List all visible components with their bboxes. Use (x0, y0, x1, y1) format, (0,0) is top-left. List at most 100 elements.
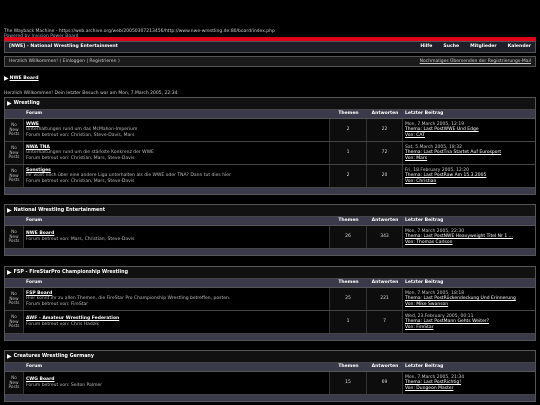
no-new-posts-icon: No New Posts (5, 165, 24, 187)
col-forum: Forum (26, 364, 43, 370)
col-last-post: Letzter Beitrag (405, 218, 444, 224)
forum-moderators[interactable]: Forum betreut von: Mars, Christian, Stev… (26, 237, 134, 243)
arrow-icon: ▶ (7, 99, 12, 107)
last-post-author-link[interactable]: Von: Mars (405, 156, 427, 162)
topic-count: 1 (330, 311, 367, 333)
col-replies: Antworten (371, 280, 399, 286)
forum-info: Sonstiges Ihr wollt noch über eine andere… (24, 165, 330, 187)
last-post-info: Wed, 23.February 2005, 00:11 Thema: Last … (403, 311, 535, 333)
forum-row: No New Posts AWF - Amateur Wrestling Federa… (5, 311, 535, 334)
col-forum: Forum (26, 111, 43, 117)
forum-info: FSP Board Hier könnt ihr zu allen Themen,… (24, 288, 330, 310)
welcome-bar: Herzlich Willkommen! ( Einloggen | Regis… (4, 56, 536, 67)
topic-count: 2 (330, 119, 367, 141)
category-footer (5, 188, 535, 194)
topic-count: 1 (330, 142, 367, 164)
forum-info: NWE Board Forum betreut von: Mars, Christ… (24, 226, 330, 248)
reply-count: 69 (367, 372, 403, 394)
arrow-icon: ▶ (7, 352, 12, 360)
no-new-posts-icon: No New Posts (5, 142, 24, 164)
last-post-info: Fri, 18.February 2005, 12:20 Thema: Last … (403, 165, 535, 187)
column-headers: Forum Themen Antworten Letzter Beitrag (5, 279, 535, 288)
topic-count: 15 (330, 372, 367, 394)
col-replies: Antworten (371, 111, 399, 117)
category-title[interactable]: Creatures Wrestling Germany (14, 354, 94, 360)
arrow-icon: ▶ (7, 268, 12, 276)
category-header: ▶ Wrestling (5, 98, 535, 110)
topic-count: 26 (330, 226, 367, 248)
welcome-text[interactable]: Herzlich Willkommen! ( Einloggen | Regis… (9, 59, 420, 65)
no-new-posts-icon: No New Posts (5, 119, 24, 141)
col-last-post: Letzter Beitrag (405, 364, 444, 370)
nav-help[interactable]: Hilfe (420, 44, 432, 50)
nav-search[interactable]: Suche (443, 44, 459, 50)
board-title[interactable]: [NWE] - National Wrestling Entertainment (9, 44, 409, 50)
last-post-author-link[interactable]: Von: Thomas Carlson (405, 240, 453, 246)
category-header: ▶ Creatures Wrestling Germany (5, 351, 535, 363)
forum-category: ▶ FSP - FireStarPro Championship Wrestlin… (4, 266, 536, 341)
reply-count: 343 (367, 226, 403, 248)
col-replies: Antworten (371, 364, 399, 370)
column-headers: Forum Themen Antworten Letzter Beitrag (5, 217, 535, 226)
reply-count: 221 (367, 288, 403, 310)
last-post-author-link[interactable]: Von: Christian (405, 179, 436, 185)
column-headers: Forum Themen Antworten Letzter Beitrag (5, 363, 535, 372)
no-new-posts-icon: No New Posts (5, 372, 24, 394)
column-headers: Forum Themen Antworten Letzter Beitrag (5, 110, 535, 119)
no-new-posts-icon: No New Posts (5, 311, 24, 333)
last-post-author-link[interactable]: Von: Dungeon Master (405, 386, 453, 392)
last-post-info: Mon, 7.March 2005, 18:18 Thema: Last Post… (403, 288, 535, 310)
col-topics: Themen (338, 364, 359, 370)
forum-category: ▶ National Wrestling Entertainment Forum Th… (4, 204, 536, 256)
icon-label: Posts (8, 323, 20, 329)
reply-count: 20 (367, 165, 403, 187)
no-new-posts-icon: No New Posts (5, 226, 24, 248)
no-new-posts-icon: No New Posts (5, 288, 24, 310)
forum-info: WWE Unterhaltungen rund um das McMahon-Im… (24, 119, 330, 141)
forum-moderators[interactable]: Forum betreut von: Christian, Steve-Davi… (26, 133, 134, 139)
top-nav: [NWE] - National Wrestling Entertainment… (4, 41, 536, 53)
forum-row: No New Posts NWA TNA Unterhaltungen rund um … (5, 142, 535, 165)
category-title[interactable]: National Wrestling Entertainment (14, 208, 105, 214)
topic-count: 25 (330, 288, 367, 310)
col-last-post: Letzter Beitrag (405, 280, 444, 286)
forum-moderators[interactable]: Forum betreut von: Christian, Mars, Stev… (26, 156, 134, 162)
last-post-author-link[interactable]: Von: FireStar (405, 325, 434, 331)
forum-moderators[interactable]: Forum betreut von: Seiton Palmer (26, 383, 102, 389)
forum-category: ▶ Creatures Wrestling Germany Forum Themen A… (4, 350, 536, 402)
category-footer (5, 249, 535, 255)
arrow-icon: ▶ (7, 206, 12, 214)
forum-row: No New Posts WWE Unterhaltungen rund um das … (5, 119, 535, 142)
col-topics: Themen (338, 111, 359, 117)
category-header: ▶ National Wrestling Entertainment (5, 205, 535, 217)
forum-info: AWF - Amateur Wrestling Federation Forum … (24, 311, 330, 333)
category-title[interactable]: FSP - FireStarPro Championship Wrestling (14, 270, 128, 276)
col-forum: Forum (26, 218, 43, 224)
forum-category: ▶ Wrestling Forum Themen Antworten Letzter Be… (4, 97, 536, 195)
last-post-author-link[interactable]: Von: Mike Swanson (405, 302, 448, 308)
icon-label: Posts (8, 131, 20, 137)
forum-moderators[interactable]: Forum betreut von: FireStar (26, 302, 88, 308)
icon-label: Posts (8, 238, 20, 244)
nav-members[interactable]: Mitglieder (470, 44, 497, 50)
category-footer (5, 334, 535, 340)
forum-info: CWG Board Forum betreut von: Seiton Palme… (24, 372, 330, 394)
forum-info: NWA TNA Unterhaltungen rund um die stärks… (24, 142, 330, 164)
resend-validation-link[interactable]: Nochmaliges Übersenden der Registrierung… (420, 59, 531, 65)
col-last-post: Letzter Beitrag (405, 111, 444, 117)
col-forum: Forum (26, 280, 43, 286)
topic-count: 2 (330, 165, 367, 187)
nav-calendar[interactable]: Kalender (508, 44, 531, 50)
last-post-info: Mon, 7.March 2005, 21:34 Thema: Last Post… (403, 372, 535, 394)
col-replies: Antworten (371, 218, 399, 224)
breadcrumb-home[interactable]: NWE Board (10, 76, 39, 82)
forum-moderators[interactable]: Forum betreut von: Christian, Mars, Stev… (26, 179, 134, 185)
forum-moderators[interactable]: Forum betreut von: Chris Hadzik (26, 322, 99, 328)
forum-row: No New Posts CWG Board Forum betreut von: Se… (5, 372, 535, 395)
last-post-info: Sat, 5.March 2005, 18:32 Thema: Last Post… (403, 142, 535, 164)
forum-row: No New Posts Sonstiges Ihr wollt noch über e… (5, 165, 535, 188)
last-post-author-link[interactable]: Von: CAT (405, 133, 425, 139)
breadcrumb: ▶ NWE Board (4, 75, 39, 83)
last-visit-text: Herzlich Willkommen! Dein letzter Besuch… (4, 91, 178, 96)
category-title[interactable]: Wrestling (14, 101, 40, 107)
